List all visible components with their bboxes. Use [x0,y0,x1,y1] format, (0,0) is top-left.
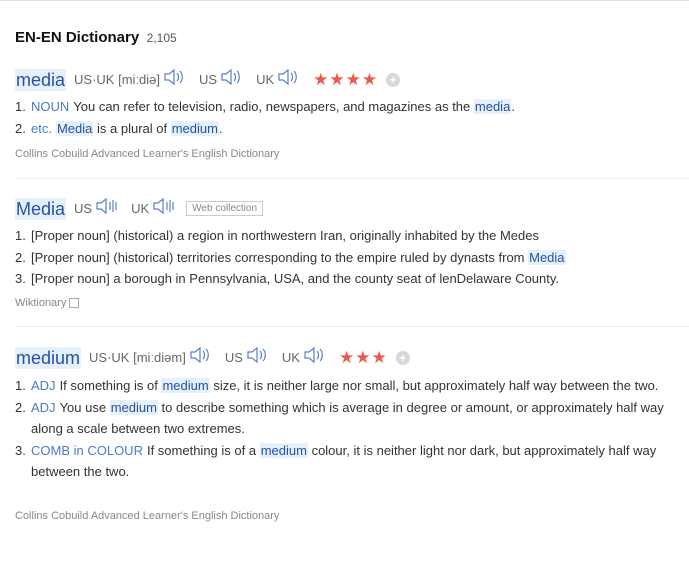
highlighted-term: Media [55,120,94,136]
speaker-icon[interactable] [277,67,301,92]
definition-list: 1. NOUN You can refer to television, radi… [15,96,685,139]
plus-icon[interactable]: + [386,72,401,87]
part-of-speech: etc. [31,120,52,136]
us-label: US [74,201,93,216]
us-label: US [224,350,243,365]
source-label[interactable]: Wiktionary [15,297,80,309]
headword[interactable]: medium [15,346,82,369]
frequency-stars: ★★★ [338,347,388,367]
uk-label: UK [256,72,275,87]
highlighted-term: medium [161,378,210,393]
list-item: 3. COMB in COLOUR If something is of a me… [15,442,657,479]
plus-icon[interactable]: + [395,350,410,365]
speaker-icon[interactable] [95,196,119,221]
definition-list: 1. [Proper noun] (historical) a region i… [15,225,685,290]
highlighted-term: media [473,99,512,114]
frequency-stars: ★★★★ [313,69,379,89]
headword[interactable]: media [15,68,67,91]
highlighted-term: medium [109,399,158,415]
speaker-icon[interactable] [220,67,244,92]
us-label: US [199,72,218,87]
highlighted-term: medium [259,442,308,458]
uk-label: UK [131,201,150,216]
external-link-icon[interactable] [69,298,80,309]
list-item: 2. ADJ You use medium to describe somethi… [15,399,664,436]
list-item: 1. ADJ If something is of medium size, it… [15,378,659,393]
phonetic-regions: US·UK [miːdiə] [74,72,161,87]
speaker-icon[interactable] [152,196,176,221]
entry-medium-header: medium US·UK [miːdiəm] US UK ★★★ + [15,345,410,370]
speaker-icon[interactable] [163,67,187,92]
speaker-icon[interactable] [303,345,327,370]
result-count: 2,105 [146,31,177,45]
dictionary-title: EN-EN Dictionary [15,29,140,46]
part-of-speech: ADJ [31,378,56,393]
list-item: 1. [Proper noun] (historical) a region i… [15,228,539,243]
list-item: 3. [Proper noun] a borough in Pennsylvan… [15,271,560,286]
part-of-speech: ADJ [31,399,56,415]
divider [15,178,689,179]
highlighted-term[interactable]: medium [170,120,219,136]
dictionary-header: EN-EN Dictionary 2,105 [15,29,177,47]
source-label: Collins Cobuild Advanced Learner's Engli… [15,510,280,522]
entry-media-proper-header: Media US UK Web collection [15,196,264,221]
phonetic-regions: US·UK [miːdiəm] [89,350,186,365]
list-item: 2. [Proper noun] (historical) territorie… [15,249,566,265]
top-border [0,0,689,1]
highlighted-term: Media [528,249,566,265]
part-of-speech: NOUN [31,99,70,114]
part-of-speech: COMB in COLOUR [31,442,143,458]
list-item: 2. etc. Media is a plural of medium. [15,120,223,136]
source-label: Collins Cobuild Advanced Learner's Engli… [15,148,280,160]
list-item: 1. NOUN You can refer to television, radi… [15,99,515,114]
headword[interactable]: Media [15,197,67,220]
speaker-icon[interactable] [189,345,213,370]
web-collection-badge: Web collection [186,201,264,216]
uk-label: UK [281,350,300,365]
definition-list: 1. ADJ If something is of medium size, it… [15,375,685,483]
divider [15,326,689,327]
speaker-icon[interactable] [246,345,270,370]
entry-media-header: media US·UK [miːdiə] US UK ★★★★ + [15,67,401,92]
